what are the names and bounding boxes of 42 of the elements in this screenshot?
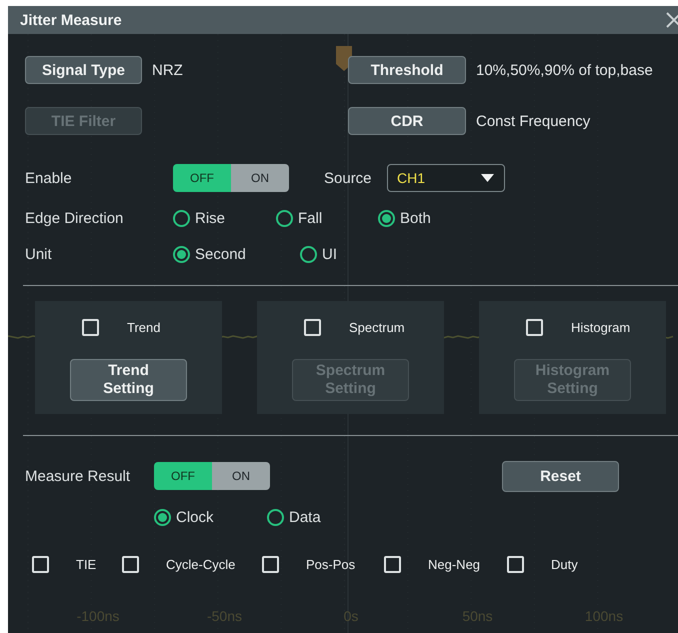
toggle-option[interactable]: OFF [154, 462, 212, 490]
checkbox-label: Duty [551, 556, 578, 572]
checkbox-label: TIE [76, 556, 96, 572]
checkbox-label: Histogram [571, 320, 630, 335]
cdr-value: Const Frequency [476, 112, 590, 130]
source-label: Source [324, 170, 373, 186]
measure-result-label: Measure Result [25, 468, 132, 484]
radio-option[interactable]: Second [173, 246, 246, 262]
radio-option[interactable]: Both [378, 210, 431, 226]
toggle-option[interactable]: ON [231, 164, 289, 192]
checkbox[interactable] [384, 556, 401, 572]
signal-type-value: NRZ [152, 62, 183, 78]
source-dropdown[interactable]: CH1 [387, 164, 505, 192]
radio-option[interactable]: UI [300, 246, 337, 262]
reset-button[interactable]: Reset [502, 460, 619, 492]
enable-label: Enable [25, 170, 73, 186]
radio-option[interactable]: Data [267, 508, 321, 526]
checkbox[interactable] [122, 556, 139, 572]
radio-option[interactable]: Fall [276, 210, 322, 226]
close-icon[interactable] [666, 12, 678, 28]
radio-option[interactable]: Rise [173, 210, 226, 226]
dropdown-arrow-icon [481, 174, 494, 182]
checkbox-label: Neg-Neg [428, 556, 480, 572]
checkbox-label: Trend [127, 320, 160, 335]
checkbox[interactable] [32, 556, 49, 572]
threshold-button[interactable]: Threshold [348, 56, 466, 84]
radio-option[interactable]: Clock [154, 508, 214, 526]
edge-direction-label: Edge Direction [25, 210, 124, 226]
checkbox[interactable] [262, 556, 279, 572]
threshold-value: 10%,50%,90% of top,base [476, 62, 653, 78]
toggle-option[interactable]: OFF [173, 164, 231, 192]
checkbox-label: Pos-Pos [306, 556, 356, 572]
window-title: Jitter Measure [20, 12, 122, 28]
signal-type-button[interactable]: Signal Type [25, 56, 142, 84]
toggle-option[interactable]: ON [212, 462, 270, 490]
view-setting-button[interactable]: Trend Setting [70, 359, 187, 401]
unit-label: Unit [25, 246, 53, 262]
checkbox[interactable] [507, 556, 524, 572]
checkbox-label: Cycle-Cycle [166, 556, 236, 572]
checkbox-label: Spectrum [349, 320, 405, 335]
cdr-button[interactable]: CDR [348, 107, 466, 135]
checkbox[interactable] [82, 319, 99, 336]
